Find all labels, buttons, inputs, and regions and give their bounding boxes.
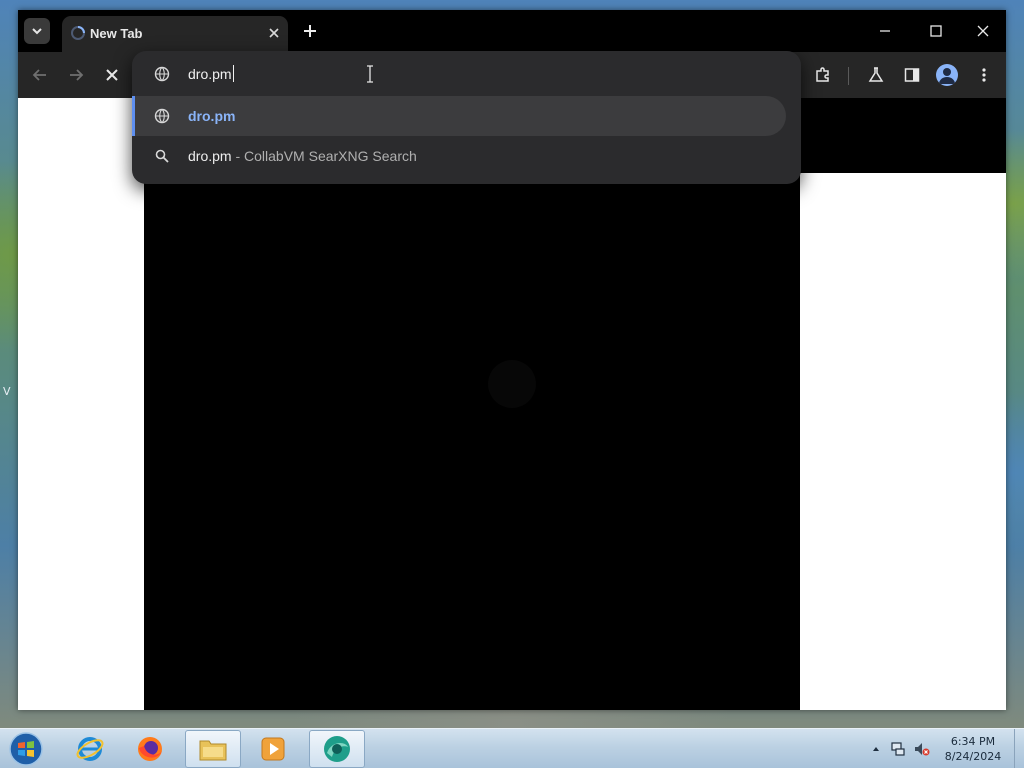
- suggestion-description: CollabVM SearXNG Search: [244, 148, 417, 164]
- arrow-right-icon: [70, 69, 84, 81]
- suggestion-separator: -: [231, 148, 245, 164]
- suggestion-query: dro.pm: [188, 148, 232, 164]
- show-hidden-icons-button[interactable]: [868, 741, 884, 757]
- show-desktop-button[interactable]: [1014, 729, 1024, 768]
- taskbar-clock[interactable]: 6:34 PM 8/24/2024: [938, 734, 1008, 764]
- flask-icon: [868, 67, 884, 82]
- start-button[interactable]: [6, 730, 46, 768]
- browser-app-icon: [324, 736, 350, 762]
- suggestion-search[interactable]: dro.pm - CollabVM SearXNG Search: [132, 136, 786, 176]
- omnibox-input[interactable]: [188, 65, 588, 83]
- stop-loading-button[interactable]: [100, 63, 124, 87]
- profile-avatar[interactable]: [936, 64, 958, 86]
- taskbar-browser[interactable]: [309, 730, 365, 768]
- firefox-icon: [138, 737, 162, 761]
- chevron-up-icon: [873, 747, 879, 751]
- forward-button[interactable]: [64, 63, 88, 87]
- window-close-button[interactable]: [968, 18, 998, 44]
- page-content: [144, 98, 800, 710]
- text-caret: [233, 65, 234, 82]
- puzzle-icon: [816, 67, 829, 82]
- omnibox-dropdown: dro.pm dro.pm - CollabVM SearXNG Search: [132, 51, 801, 184]
- search-icon: [155, 149, 169, 163]
- omnibox[interactable]: [132, 51, 801, 95]
- browser-menu-button[interactable]: [972, 63, 996, 87]
- network-icon: [891, 742, 905, 756]
- toolbar-divider: [848, 67, 849, 85]
- loading-spinner-icon: [71, 26, 85, 40]
- new-tab-button[interactable]: [298, 20, 322, 44]
- network-tray-button[interactable]: [890, 741, 906, 757]
- suggestion-text: dro.pm: [188, 108, 236, 124]
- suggestion-text: dro.pm - CollabVM SearXNG Search: [188, 148, 417, 164]
- maximize-icon: [930, 25, 942, 37]
- internet-explorer-icon: [76, 737, 104, 761]
- loading-indicator: [488, 360, 536, 408]
- page-header-block: [800, 98, 1006, 173]
- maximize-button[interactable]: [921, 18, 951, 44]
- text-cursor-icon: [367, 65, 373, 83]
- selection-indicator: [132, 96, 135, 136]
- close-icon: [106, 69, 118, 81]
- side-panel-button[interactable]: [900, 63, 924, 87]
- tab-search-button[interactable]: [24, 18, 50, 44]
- taskbar-file-explorer[interactable]: [185, 730, 241, 768]
- extensions-button[interactable]: [811, 63, 835, 87]
- windows-start-orb-icon: [9, 732, 43, 766]
- close-icon: [977, 25, 989, 37]
- taskbar-internet-explorer[interactable]: [62, 730, 118, 768]
- volume-tray-button[interactable]: [914, 741, 930, 757]
- folder-icon: [199, 740, 227, 761]
- back-button[interactable]: [28, 63, 52, 87]
- taskbar-firefox[interactable]: [122, 730, 178, 768]
- clock-date: 8/24/2024: [944, 750, 1002, 763]
- globe-icon: [154, 108, 170, 124]
- media-player-icon: [261, 737, 285, 761]
- arrow-left-icon: [32, 69, 46, 81]
- speaker-muted-icon: [915, 743, 930, 756]
- tab-new-tab[interactable]: New Tab: [62, 16, 288, 52]
- clock-time: 6:34 PM: [950, 735, 996, 748]
- tab-close-button[interactable]: [266, 25, 282, 41]
- globe-icon: [154, 66, 170, 82]
- page-viewport[interactable]: [18, 98, 1006, 710]
- title-bar: New Tab: [18, 10, 1006, 52]
- minimize-button[interactable]: [870, 18, 900, 44]
- chevron-down-icon: [32, 28, 42, 35]
- desktop-side-text: V: [3, 385, 11, 398]
- tab-title: New Tab: [90, 26, 143, 41]
- suggestion-url[interactable]: dro.pm: [132, 96, 786, 136]
- side-panel-icon: [904, 68, 920, 82]
- taskbar-media-player[interactable]: [245, 730, 301, 768]
- plus-icon: [304, 25, 316, 37]
- taskbar: 6:34 PM 8/24/2024: [0, 728, 1024, 768]
- more-vert-icon: [982, 68, 986, 82]
- labs-button[interactable]: [864, 63, 888, 87]
- person-icon: [939, 68, 955, 84]
- minimize-icon: [880, 30, 890, 32]
- close-icon: [269, 28, 279, 38]
